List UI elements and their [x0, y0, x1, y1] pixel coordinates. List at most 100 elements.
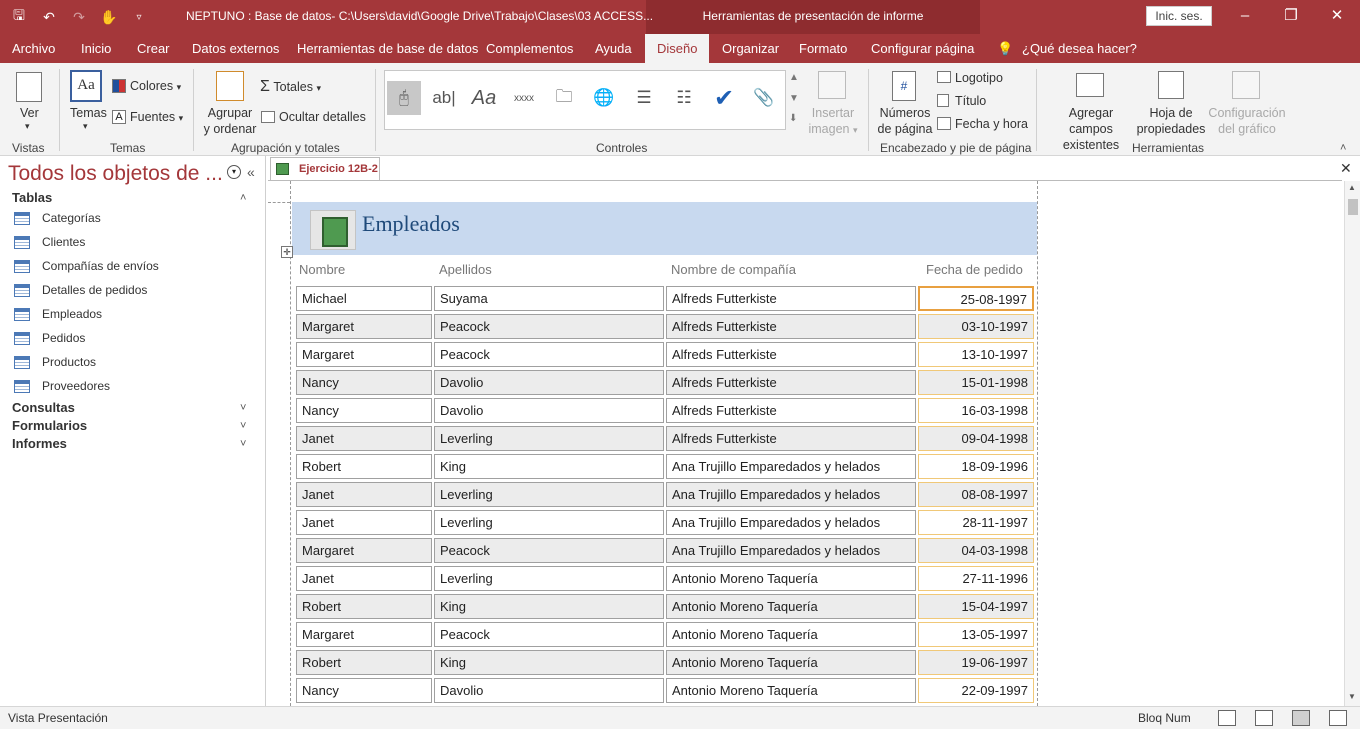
- tell-me-search[interactable]: ¿Qué desea hacer?: [1020, 34, 1139, 63]
- cell-compania[interactable]: Antonio Moreno Taquería: [666, 650, 916, 675]
- collapse-ribbon-icon[interactable]: ˄: [1340, 142, 1346, 154]
- restore-icon[interactable]: ❐: [1268, 0, 1314, 34]
- nav-item-detalles-pedidos[interactable]: Detalles de pedidos: [14, 279, 147, 301]
- nav-control-icon[interactable]: ☰: [627, 81, 661, 115]
- fuentes-button[interactable]: Fuentes ▾: [130, 110, 183, 124]
- cell-apellidos[interactable]: Davolio: [434, 370, 664, 395]
- design-view-icon[interactable]: [1329, 710, 1347, 726]
- cell-nombre[interactable]: Janet: [296, 510, 432, 535]
- cell-nombre[interactable]: Margaret: [296, 538, 432, 563]
- vertical-scrollbar[interactable]: ▲ ▼: [1344, 181, 1360, 706]
- cell-nombre[interactable]: Janet: [296, 482, 432, 507]
- cell-compania[interactable]: Antonio Moreno Taquería: [666, 622, 916, 647]
- checkbox-icon[interactable]: ✔: [707, 81, 741, 115]
- nav-item-companias-envios[interactable]: Compañías de envíos: [14, 255, 159, 277]
- cell-nombre[interactable]: Janet: [296, 566, 432, 591]
- ver-button[interactable]: Ver: [20, 106, 39, 120]
- property-sheet-icon[interactable]: [1158, 71, 1184, 99]
- attachment-icon[interactable]: 📎: [747, 81, 781, 115]
- cell-fecha[interactable]: 15-04-1997: [918, 594, 1034, 619]
- add-fields-icon[interactable]: [1076, 73, 1104, 97]
- scroll-down-icon[interactable]: ▼: [1348, 692, 1356, 701]
- cell-apellidos[interactable]: Leverling: [434, 426, 664, 451]
- cell-fecha[interactable]: 15-01-1998: [918, 370, 1034, 395]
- cell-apellidos[interactable]: Peacock: [434, 538, 664, 563]
- cell-nombre[interactable]: Margaret: [296, 342, 432, 367]
- cell-compania[interactable]: Alfreds Futterkiste: [666, 342, 916, 367]
- option-group-icon[interactable]: ☷: [667, 81, 701, 115]
- nav-item-productos[interactable]: Productos: [14, 351, 96, 373]
- hoja-propiedades-button[interactable]: Hoja de propiedades: [1136, 105, 1206, 137]
- cell-fecha[interactable]: 13-10-1997: [918, 342, 1034, 367]
- chevron-double-down-icon[interactable]: ˅: [240, 420, 246, 432]
- tab-ayuda[interactable]: Ayuda: [593, 34, 634, 63]
- column-header-apellidos[interactable]: Apellidos: [439, 262, 492, 277]
- agrupar-ordenar-button[interactable]: Agrupar y ordenar: [200, 105, 260, 137]
- cell-nombre[interactable]: Janet: [296, 426, 432, 451]
- collapse-nav-icon[interactable]: «: [247, 164, 255, 180]
- column-header-compania[interactable]: Nombre de compañía: [671, 262, 796, 277]
- column-header-nombre[interactable]: Nombre: [299, 262, 345, 277]
- view-icon[interactable]: [16, 72, 42, 102]
- chevron-double-down-icon[interactable]: ˅: [240, 438, 246, 450]
- tab-datos-externos[interactable]: Datos externos: [190, 34, 281, 63]
- hyperlink-icon[interactable]: 🌐: [587, 81, 621, 115]
- cell-fecha[interactable]: 18-09-1996: [918, 454, 1034, 479]
- cell-compania[interactable]: Alfreds Futterkiste: [666, 370, 916, 395]
- cell-fecha[interactable]: 22-09-1997: [918, 678, 1034, 703]
- print-preview-icon[interactable]: [1255, 710, 1273, 726]
- chevron-double-down-icon[interactable]: ˅: [240, 402, 246, 414]
- cell-apellidos[interactable]: Peacock: [434, 342, 664, 367]
- sign-in-button[interactable]: Inic. ses.: [1146, 6, 1212, 26]
- cell-compania[interactable]: Alfreds Futterkiste: [666, 398, 916, 423]
- temas-dropdown-icon[interactable]: ▾: [83, 121, 88, 132]
- tab-control-icon[interactable]: 🗀: [547, 81, 581, 115]
- cell-fecha[interactable]: 19-06-1997: [918, 650, 1034, 675]
- cell-compania[interactable]: Alfreds Futterkiste: [666, 426, 916, 451]
- cell-nombre[interactable]: Margaret: [296, 314, 432, 339]
- tab-formato[interactable]: Formato: [797, 34, 849, 63]
- gallery-down-icon[interactable]: ▼: [789, 93, 799, 104]
- cell-apellidos[interactable]: Suyama: [434, 286, 664, 311]
- report-view-icon[interactable]: [1218, 710, 1236, 726]
- group-sort-icon[interactable]: [216, 71, 244, 101]
- cell-apellidos[interactable]: Leverling: [434, 510, 664, 535]
- nav-group-consultas[interactable]: Consultas: [12, 400, 75, 415]
- cell-fecha[interactable]: 28-11-1997: [918, 510, 1034, 535]
- cell-nombre[interactable]: Robert: [296, 650, 432, 675]
- minimize-icon[interactable]: ‒: [1222, 0, 1268, 34]
- fecha-hora-button[interactable]: Fecha y hora: [955, 117, 1028, 131]
- close-document-icon[interactable]: ✕: [1340, 160, 1352, 177]
- cell-nombre[interactable]: Robert: [296, 594, 432, 619]
- nav-title[interactable]: Todos los objetos de ...: [8, 162, 223, 186]
- configuracion-grafico-button[interactable]: Configuración del gráfico: [1206, 105, 1288, 137]
- page-numbers-icon[interactable]: #: [892, 71, 916, 101]
- redo-icon[interactable]: ↷: [68, 6, 90, 28]
- totales-button[interactable]: Σ Totales ▾: [260, 78, 321, 96]
- cell-apellidos[interactable]: King: [434, 594, 664, 619]
- insertar-imagen-button[interactable]: Insertar imagen ▾: [804, 105, 862, 138]
- save-icon[interactable]: 🖫: [8, 6, 30, 28]
- undo-icon[interactable]: ↶: [38, 6, 60, 28]
- layout-view-icon[interactable]: [1292, 710, 1310, 726]
- temas-button[interactable]: Temas: [70, 106, 107, 120]
- touch-mode-icon[interactable]: ✋: [98, 6, 120, 28]
- cell-apellidos[interactable]: Peacock: [434, 314, 664, 339]
- cell-fecha[interactable]: 13-05-1997: [918, 622, 1034, 647]
- chevron-up-icon[interactable]: ˄: [240, 192, 246, 204]
- cell-fecha[interactable]: 27-11-1996: [918, 566, 1034, 591]
- nav-group-tablas[interactable]: Tablas: [12, 190, 52, 205]
- nav-item-categorias[interactable]: Categorías: [14, 207, 101, 229]
- agregar-campos-button[interactable]: Agregar campos existentes: [1046, 105, 1136, 153]
- nav-item-pedidos[interactable]: Pedidos: [14, 327, 85, 349]
- gallery-more-icon[interactable]: ⬇: [789, 113, 797, 124]
- cell-nombre[interactable]: Michael: [296, 286, 432, 311]
- nav-item-clientes[interactable]: Clientes: [14, 231, 85, 253]
- cell-fecha[interactable]: 16-03-1998: [918, 398, 1034, 423]
- tab-archivo[interactable]: Archivo: [10, 34, 57, 63]
- cell-apellidos[interactable]: Leverling: [434, 566, 664, 591]
- nav-group-informes[interactable]: Informes: [12, 436, 67, 451]
- cell-nombre[interactable]: Nancy: [296, 398, 432, 423]
- cell-fecha[interactable]: 09-04-1998: [918, 426, 1034, 451]
- cell-nombre[interactable]: Nancy: [296, 370, 432, 395]
